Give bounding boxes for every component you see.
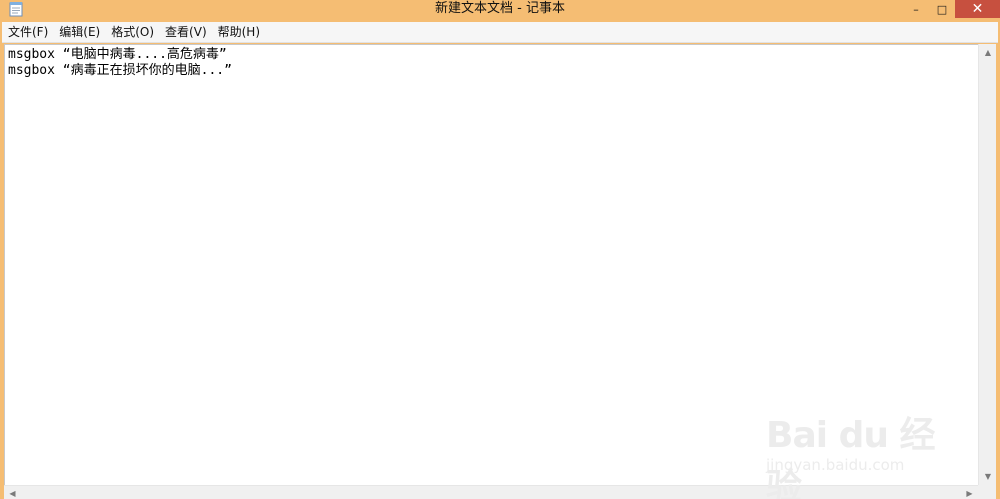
menu-bar: 文件(F) 编辑(E) 格式(O) 查看(V) 帮助(H) [2, 22, 998, 43]
scroll-down-icon[interactable]: ▼ [979, 468, 997, 485]
horizontal-scrollbar[interactable]: ◀ ▶ [4, 485, 978, 499]
close-button[interactable]: ✕ [955, 0, 1000, 18]
notepad-window: 新建文本文档 - 记事本 – □ ✕ 文件(F) 编辑(E) 格式(O) 查看(… [0, 0, 1000, 499]
text-editor[interactable]: msgbox “电脑中病毒....高危病毒” msgbox “病毒正在损坏你的电脑… [4, 44, 978, 485]
scroll-left-icon[interactable]: ◀ [4, 486, 21, 499]
scrollbar-corner [978, 485, 996, 499]
title-bar[interactable]: 新建文本文档 - 记事本 – □ ✕ [0, 0, 1000, 22]
editor-line: msgbox “电脑中病毒....高危病毒” [8, 47, 227, 62]
menu-help[interactable]: 帮助(H) [212, 23, 265, 42]
maximize-icon: □ [936, 2, 948, 16]
menu-file[interactable]: 文件(F) [2, 23, 53, 42]
editor-line: msgbox “病毒正在损坏你的电脑...” [8, 63, 232, 78]
vertical-scrollbar[interactable]: ▲ ▼ [978, 44, 996, 485]
maximize-button[interactable]: □ [929, 0, 955, 18]
window-title: 新建文本文档 - 记事本 [435, 1, 565, 16]
scroll-right-icon[interactable]: ▶ [961, 486, 978, 499]
close-icon: ✕ [971, 1, 984, 17]
scroll-up-icon[interactable]: ▲ [979, 44, 997, 61]
menu-view[interactable]: 查看(V) [159, 23, 212, 42]
menu-format[interactable]: 格式(O) [105, 23, 159, 42]
minimize-icon: – [913, 2, 919, 16]
menu-edit[interactable]: 编辑(E) [53, 23, 105, 42]
minimize-button[interactable]: – [903, 0, 929, 18]
